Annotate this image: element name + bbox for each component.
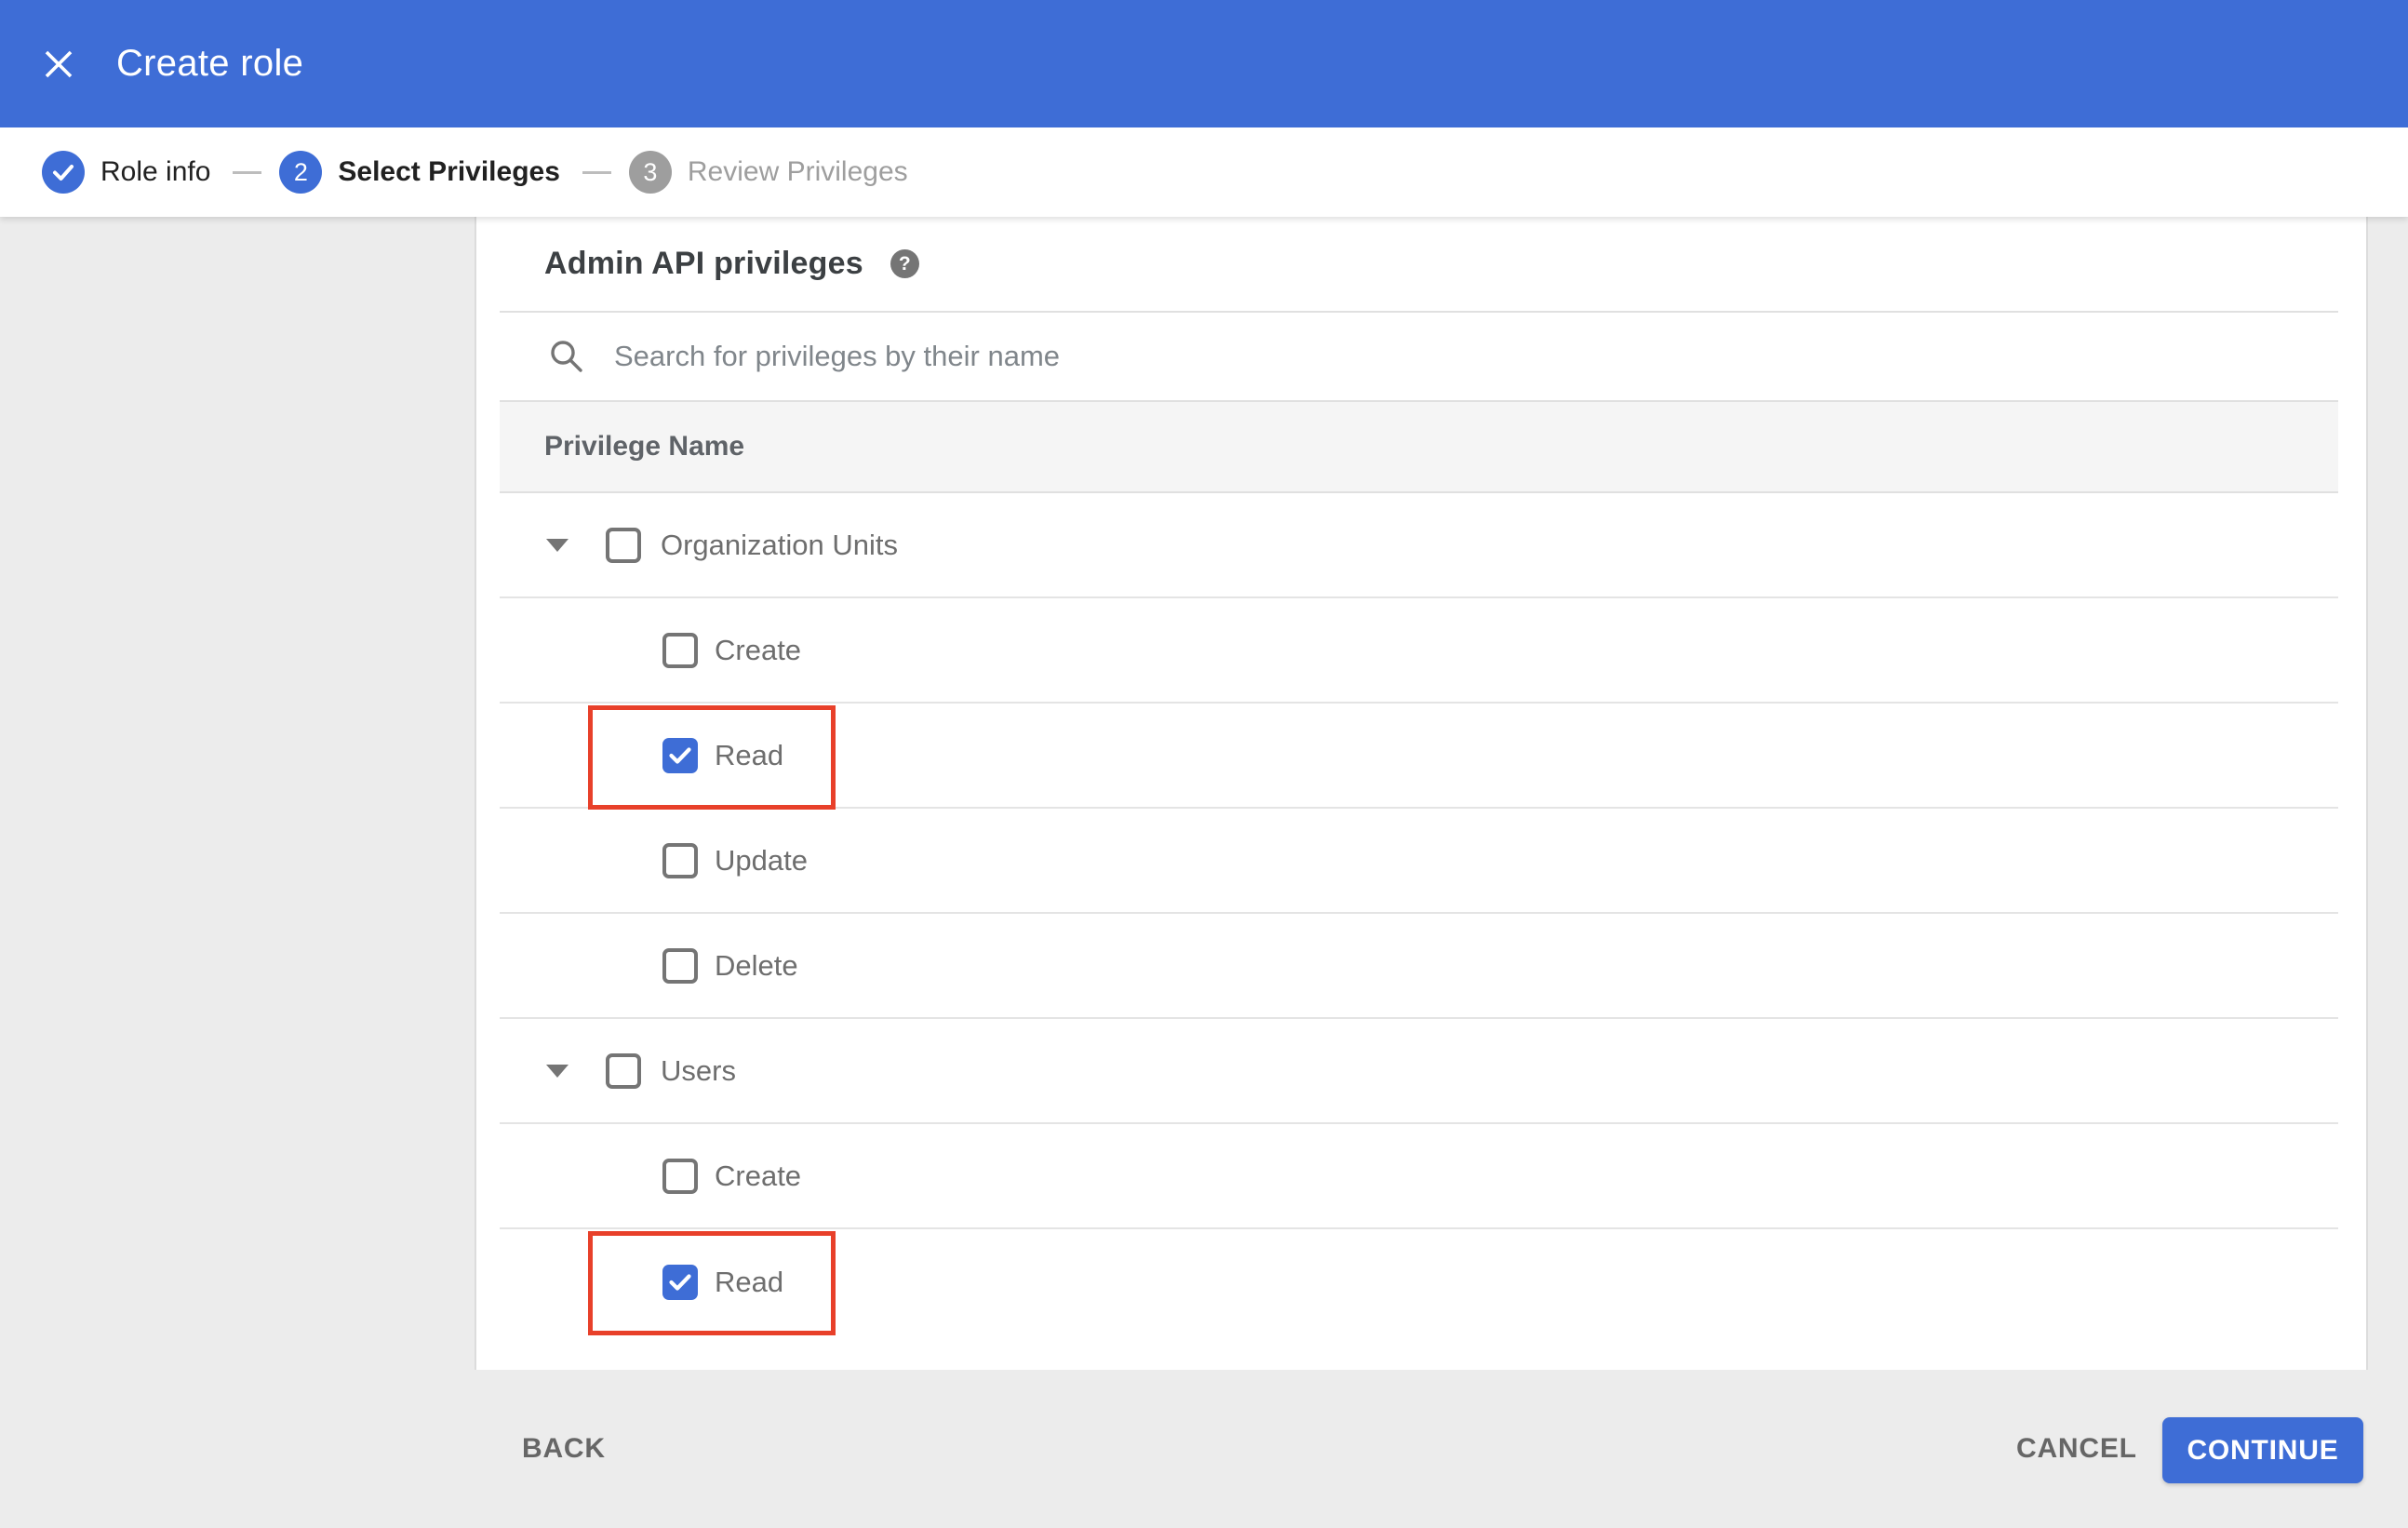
step3-circle: 3: [628, 151, 672, 194]
table-header-label: Privilege Name: [544, 431, 745, 462]
table-header-row: Privilege Name: [500, 402, 2338, 493]
highlight-box: [588, 705, 836, 810]
checkbox-users-read[interactable]: [662, 1264, 698, 1300]
checkbox-users[interactable]: [606, 1052, 641, 1089]
close-icon[interactable]: [44, 49, 74, 79]
privilege-label: Read: [715, 738, 784, 771]
search-input[interactable]: [612, 339, 2012, 374]
wizard-stepper: Role info 2 Select Privileges 3 Review P…: [0, 127, 2408, 217]
step2-circle: 2: [279, 151, 323, 194]
privilege-row: Read: [500, 704, 2338, 810]
check-icon: [669, 746, 691, 764]
privilege-label: Organization Units: [661, 528, 899, 561]
continue-button[interactable]: CONTINUE: [2162, 1417, 2363, 1483]
privilege-label: Create: [715, 633, 802, 666]
search-icon: [551, 341, 582, 372]
step2-label: Select Privileges: [338, 156, 560, 187]
privileges-panel: Admin API privileges ? Privilege Name Or…: [475, 217, 2368, 1370]
step-review-privileges: 3 Review Privileges: [628, 151, 908, 194]
back-button[interactable]: BACK: [522, 1433, 606, 1465]
step-separator: [233, 170, 262, 174]
main-area: Admin API privileges ? Privilege Name Or…: [0, 217, 2408, 1370]
privilege-row-group: Organization Units: [500, 493, 2338, 598]
checkbox-ou-update[interactable]: [662, 842, 698, 878]
privilege-row: Read: [500, 1229, 2338, 1335]
search-bar: [500, 313, 2338, 402]
privileges-content: Admin API privileges ? Privilege Name Or…: [500, 217, 2338, 1335]
privilege-label: Users: [661, 1053, 736, 1087]
chevron-down-triangle-icon[interactable]: [546, 538, 569, 552]
privilege-row: Delete: [500, 914, 2338, 1019]
privilege-row: Create: [500, 1124, 2338, 1229]
checkbox-users-create[interactable]: [662, 1158, 698, 1194]
step3-label: Review Privileges: [687, 156, 908, 187]
chevron-down-triangle-icon[interactable]: [546, 1064, 569, 1078]
section-header: Admin API privileges ?: [500, 217, 2338, 313]
privilege-label: Create: [715, 1159, 802, 1192]
step-role-info[interactable]: Role info: [42, 151, 210, 194]
checkbox-organization-units[interactable]: [606, 527, 641, 563]
step-separator: [582, 170, 611, 174]
section-title: Admin API privileges: [544, 246, 863, 281]
page-title: Create role: [116, 43, 304, 84]
privilege-label: Delete: [715, 948, 798, 982]
highlight-box: [588, 1231, 836, 1335]
check-icon: [53, 164, 74, 181]
checkbox-ou-delete[interactable]: [662, 947, 698, 984]
step-select-privileges[interactable]: 2 Select Privileges: [279, 151, 560, 194]
cancel-button[interactable]: CANCEL: [2016, 1433, 2137, 1465]
checkbox-ou-create[interactable]: [662, 632, 698, 668]
checkbox-ou-read[interactable]: [662, 737, 698, 773]
privilege-label: Update: [715, 843, 808, 877]
privilege-label: Read: [715, 1265, 784, 1298]
check-icon: [669, 1273, 691, 1291]
privilege-row: Update: [500, 809, 2338, 914]
privilege-row: Create: [500, 598, 2338, 704]
step1-circle: [42, 151, 85, 194]
titlebar: Create role: [0, 0, 2408, 127]
question-mark-icon[interactable]: ?: [890, 249, 919, 278]
privilege-row-group: Users: [500, 1019, 2338, 1124]
step1-label: Role info: [100, 156, 211, 187]
footer-bar: BACK CANCEL CONTINUE: [0, 1370, 2408, 1528]
